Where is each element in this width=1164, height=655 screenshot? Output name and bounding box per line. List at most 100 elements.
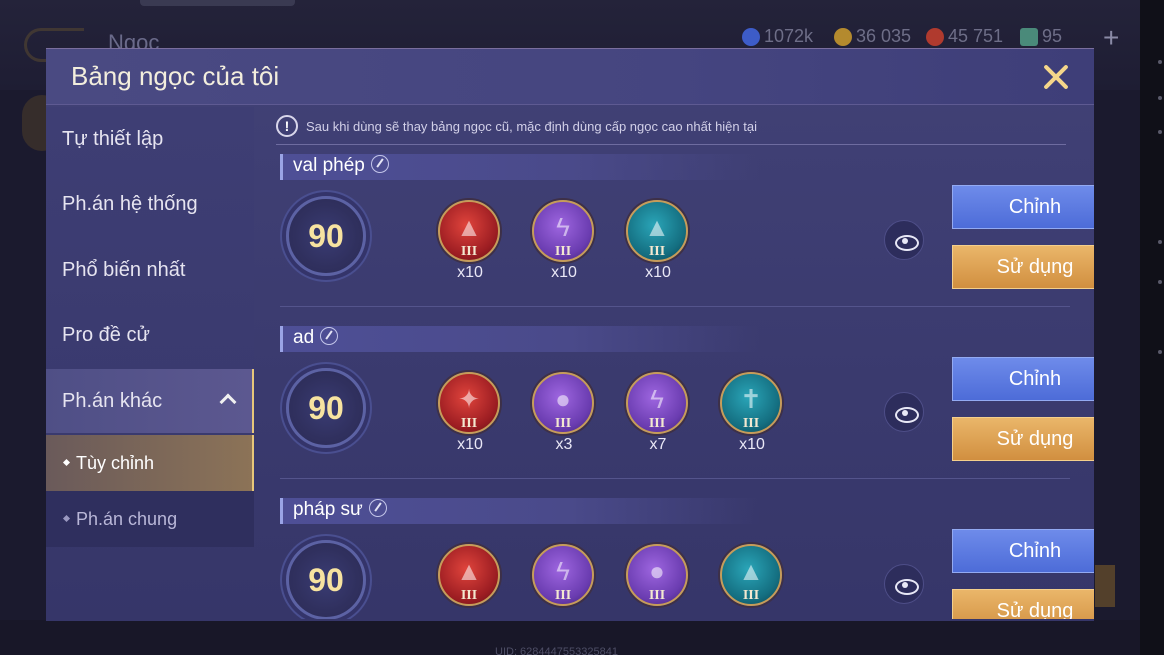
bullet-icon — [62, 458, 71, 466]
red-gem-icon: ▲ III — [438, 544, 500, 606]
rune-set-name: pháp sư — [293, 499, 363, 520]
divider — [280, 478, 1070, 479]
gem-slot[interactable]: ✝ III x10 — [720, 372, 784, 454]
uid-text: UID: 6284447553325841 — [495, 646, 618, 655]
gem-tier: III — [648, 244, 666, 259]
close-icon[interactable] — [1038, 59, 1074, 95]
rune-sets-panel: ! Sau khi dùng sẽ thay bảng ngọc cũ, mặc… — [254, 107, 1094, 621]
modal-header: Bảng ngọc của tôi — [46, 49, 1094, 105]
resource-value: 1072k — [764, 26, 814, 46]
sidebar-item-label: Ph.án hệ thống — [62, 193, 198, 215]
gem-tier: III — [554, 244, 572, 259]
pencil-icon[interactable] — [368, 498, 387, 517]
background-tab — [140, 0, 295, 6]
rune-set-header: pháp sư — [280, 498, 760, 524]
sidebar-item-label: Phổ biến nhất — [62, 259, 186, 281]
level-value: 90 — [308, 218, 344, 254]
gem-slot[interactable]: ● III — [626, 544, 690, 608]
use-button[interactable]: Sử dụng — [952, 589, 1094, 619]
sidebar-subitem-label: Ph.án chung — [76, 509, 178, 529]
gem-glyph: ✦ — [458, 384, 480, 414]
red-gem-icon: ✦ III — [438, 372, 500, 434]
sidebar-item-pro-recommended[interactable]: Pro đề cử — [46, 303, 254, 367]
add-resource-button[interactable]: + — [1103, 22, 1119, 54]
purple-gem-icon: ϟ III — [626, 372, 688, 434]
rune-set: val phép 90 ▲ III x10 ϟ III x10 ▲ III x10 C… — [254, 154, 1094, 326]
edit-button[interactable]: Chỉnh — [952, 357, 1094, 401]
diamond-icon — [742, 27, 760, 46]
gem-tier: III — [460, 416, 478, 431]
eye-icon[interactable] — [884, 564, 924, 604]
gem-glyph: ▲ — [456, 556, 482, 586]
sidebar-item-system-plans[interactable]: Ph.án hệ thống — [46, 172, 254, 236]
pencil-icon[interactable] — [370, 154, 389, 173]
gem-slot[interactable]: ▲ III — [720, 544, 784, 608]
rune-set-name: ad — [293, 327, 315, 348]
gem-slot[interactable]: ● III x3 — [532, 372, 596, 454]
resource-value: 36 035 — [856, 26, 912, 46]
rune-set-header: val phép — [280, 154, 760, 180]
level-badge: 90 — [286, 540, 366, 619]
modal-title: Bảng ngọc của tôi — [71, 61, 280, 91]
gem-glyph: ϟ — [556, 212, 570, 242]
gem-slot[interactable]: ✦ III x10 — [438, 372, 502, 454]
gem-count: x10 — [457, 436, 483, 453]
use-button[interactable]: Sử dụng — [952, 417, 1094, 461]
resource-value: 45 751 — [948, 26, 1004, 46]
use-button[interactable]: Sử dụng — [952, 245, 1094, 289]
rune-set-name-wrap: ad — [293, 326, 339, 349]
eye-icon[interactable] — [884, 220, 924, 260]
purple-gem-icon: ϟ III — [532, 544, 594, 606]
voucher-icon — [1020, 27, 1038, 46]
divider — [280, 306, 1070, 307]
gem-tier: III — [648, 588, 666, 603]
rune-set-name: val phép — [293, 155, 365, 176]
teal-gem-icon: ▲ III — [626, 200, 688, 262]
rune-set-list[interactable]: val phép 90 ▲ III x10 ϟ III x10 ▲ III x10 C… — [254, 107, 1094, 619]
level-badge: 90 — [286, 368, 366, 448]
sidebar-item-label: Tự thiết lập — [62, 128, 164, 150]
gem-count: x10 — [457, 264, 483, 281]
edit-button[interactable]: Chỉnh — [952, 185, 1094, 229]
gem-count: x10 — [739, 436, 765, 453]
gem-glyph: ▲ — [644, 212, 670, 242]
gem-slot[interactable]: ▲ III x10 — [438, 200, 502, 282]
bullet-icon — [62, 514, 71, 522]
pencil-icon[interactable] — [320, 326, 339, 345]
eye-icon[interactable] — [884, 392, 924, 432]
gem-count: x10 — [551, 264, 577, 281]
gem-slot[interactable]: ϟ III x7 — [626, 372, 690, 454]
teal-gem-icon: ▲ III — [720, 544, 782, 606]
purple-gem-icon: ● III — [532, 372, 594, 434]
gem-glyph: ● — [649, 556, 665, 586]
gem-slot[interactable]: ▲ III x10 — [626, 200, 690, 282]
gem-tier: III — [554, 588, 572, 603]
sidebar-item-most-popular[interactable]: Phổ biến nhất — [46, 238, 254, 302]
gem-slot[interactable]: ▲ III — [438, 544, 502, 608]
gem-glyph: ϟ — [556, 556, 570, 586]
sidebar-item-label: Ph.án khác — [62, 390, 163, 412]
resource-value: 95 — [1042, 26, 1063, 46]
sidebar-subitem-shared[interactable]: Ph.án chung — [46, 491, 254, 547]
gem-slot[interactable]: ϟ III — [532, 544, 596, 608]
rune-page-modal: Bảng ngọc của tôi Tự thiết lập Ph.án hệ … — [46, 48, 1094, 621]
resource-ruby: 45 751 — [926, 26, 1003, 47]
edit-button[interactable]: Chỉnh — [952, 529, 1094, 573]
gem-tier: III — [554, 416, 572, 431]
gem-slot[interactable]: ϟ III x10 — [532, 200, 596, 282]
level-badge: 90 — [286, 196, 366, 276]
purple-gem-icon: ● III — [626, 544, 688, 606]
gem-tier: III — [648, 416, 666, 431]
rune-set: pháp sư 90 ▲ III ϟ III ● III ▲ III Chỉnh… — [254, 498, 1094, 619]
sidebar-subitem-custom[interactable]: Tùy chỉnh — [46, 435, 254, 491]
level-value: 90 — [308, 390, 344, 426]
teal-gem-icon: ✝ III — [720, 372, 782, 434]
sidebar-item-custom-setup[interactable]: Tự thiết lập — [46, 107, 254, 171]
sidebar-item-other-plans[interactable]: Ph.án khác — [46, 369, 254, 433]
gem-glyph: ✝ — [740, 384, 762, 414]
ruby-icon — [926, 27, 944, 46]
background-right-panel — [1140, 0, 1164, 655]
gem-glyph: ▲ — [456, 212, 482, 242]
gem-tier: III — [742, 588, 760, 603]
sidebar-item-label: Pro đề cử — [62, 324, 150, 346]
